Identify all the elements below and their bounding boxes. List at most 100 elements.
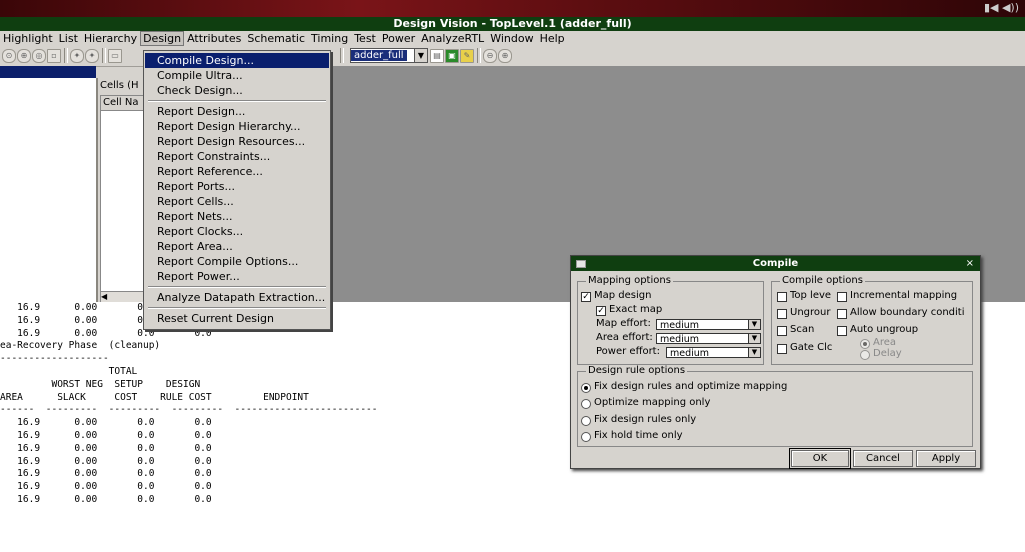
menu-help[interactable]: Help (537, 31, 568, 46)
chevron-down-icon: ▼ (748, 348, 760, 357)
window-icon (576, 260, 586, 268)
menu-analyzertl[interactable]: AnalyzeRTL (418, 31, 487, 46)
menu-separator (148, 307, 326, 309)
menu-design[interactable]: Design (140, 31, 185, 46)
apply-button[interactable]: Apply (916, 450, 976, 467)
fix-design-rules-only-label: Fix design rules only (594, 414, 697, 425)
desktop-top-strip (0, 0, 1025, 17)
area-radio[interactable] (860, 339, 870, 349)
menu-separator (148, 286, 326, 288)
zoom-fit-icon[interactable]: ◎ (32, 49, 46, 63)
menu-timing[interactable]: Timing (308, 31, 351, 46)
map-design-checkbox[interactable]: ✓ (581, 292, 591, 302)
incremental-mapping-label: Incremental mapping (850, 290, 958, 301)
allow-boundary-checkbox[interactable] (837, 309, 847, 319)
optimize-mapping-only-radio[interactable] (581, 399, 591, 409)
console-line: 16.9 0.00 0.0 0.0 (0, 481, 212, 493)
menu-separator (148, 100, 326, 102)
fix-hold-time-only-radio[interactable] (581, 432, 591, 442)
toolbar-separator (64, 48, 68, 63)
menu-window[interactable]: Window (487, 31, 536, 46)
menu-item-compile-ultra[interactable]: Compile Ultra... (145, 68, 329, 83)
delay-radio[interactable] (860, 350, 870, 360)
auto-ungroup-checkbox[interactable] (837, 326, 847, 336)
menu-item-reset-current-design[interactable]: Reset Current Design (145, 311, 329, 326)
window-icon[interactable]: ▫ (47, 49, 61, 63)
incremental-mapping-checkbox[interactable] (837, 292, 847, 302)
schematic-icon[interactable]: ▭ (108, 49, 122, 63)
top-level-checkbox[interactable] (777, 292, 787, 302)
mapping-options-group: Mapping options ✓ Map design ✓ Exact map… (577, 275, 764, 365)
menu-attributes[interactable]: Attributes (184, 31, 244, 46)
cell-name-column-header[interactable]: Cell Na (100, 95, 144, 111)
menu-hierarchy[interactable]: Hierarchy (81, 31, 140, 46)
zoom-in-icon[interactable]: ⊕ (17, 49, 31, 63)
chevron-down-icon: ▼ (748, 334, 760, 343)
gate-clock-label: Gate Clc (790, 342, 833, 353)
menu-item-report-ports[interactable]: Report Ports... (145, 179, 329, 194)
power-effort-select[interactable]: medium ▼ (666, 347, 761, 359)
menu-highlight[interactable]: Highlight (0, 31, 56, 46)
menu-item-report-area[interactable]: Report Area... (145, 239, 329, 254)
gate-clock-checkbox[interactable] (777, 344, 787, 354)
area-effort-select[interactable]: medium ▼ (656, 333, 761, 345)
chart-icon[interactable]: ✎ (460, 49, 474, 63)
toolbar-separator (340, 48, 344, 63)
fix-rules-optimize-radio[interactable] (581, 383, 591, 393)
fix-design-rules-only-radio[interactable] (581, 416, 591, 426)
scan-checkbox[interactable] (777, 326, 787, 336)
chevron-down-icon: ▼ (748, 320, 760, 329)
mapping-options-label: Mapping options (586, 275, 673, 287)
close-icon[interactable]: × (966, 256, 974, 271)
cells-list[interactable] (100, 110, 144, 292)
menu-item-report-constraints[interactable]: Report Constraints... (145, 149, 329, 164)
map-effort-select[interactable]: medium ▼ (656, 319, 761, 331)
menu-item-check-design[interactable]: Check Design... (145, 83, 329, 98)
fix-hold-time-only-label: Fix hold time only (594, 430, 683, 441)
ok-button[interactable]: OK (789, 448, 851, 469)
cells-label: Cells (H (100, 80, 139, 91)
hierarchy-tree-panel[interactable] (0, 78, 98, 302)
menu-item-report-design[interactable]: Report Design... (145, 104, 329, 119)
symbol-icon[interactable]: ▣ (445, 49, 459, 63)
menu-item-report-compile-options[interactable]: Report Compile Options... (145, 254, 329, 269)
menu-list[interactable]: List (56, 31, 81, 46)
design-select-value: adder_full (351, 50, 407, 61)
compile-dialog: Compile × Mapping options ✓ Map design ✓… (570, 255, 981, 469)
allow-boundary-label: Allow boundary conditi (850, 307, 965, 318)
menu-test[interactable]: Test (351, 31, 379, 46)
power-effort-value: medium (670, 348, 710, 359)
menu-schematic[interactable]: Schematic (244, 31, 308, 46)
optimize-mapping-only-label: Optimize mapping only (594, 397, 711, 408)
zoom-icon[interactable]: ⊙ (2, 49, 16, 63)
menu-item-report-cells[interactable]: Report Cells... (145, 194, 329, 209)
design-select[interactable]: adder_full ▼ (350, 48, 428, 63)
exact-map-label: Exact map (609, 304, 663, 315)
menu-item-report-design-hierarchy[interactable]: Report Design Hierarchy... (145, 119, 329, 134)
menu-item-report-design-resources[interactable]: Report Design Resources... (145, 134, 329, 149)
zoom-in-icon[interactable]: ⊕ (498, 49, 512, 63)
menu-item-analyze-datapath-extraction[interactable]: Analyze Datapath Extraction... (145, 290, 329, 305)
report-icon[interactable]: ▤ (430, 49, 444, 63)
menu-power[interactable]: Power (379, 31, 418, 46)
menu-item-report-reference[interactable]: Report Reference... (145, 164, 329, 179)
menubar: Highlight List Hierarchy Design Attributes Sc… (0, 31, 1025, 46)
system-tray-icons: ▮◀ ◀)) (983, 1, 1019, 14)
chevron-down-icon: ▼ (414, 49, 427, 62)
exact-map-checkbox[interactable]: ✓ (596, 306, 606, 316)
menu-item-compile-design[interactable]: Compile Design... (145, 53, 329, 68)
zoom-out-icon[interactable]: ⊖ (483, 49, 497, 63)
menu-item-report-power[interactable]: Report Power... (145, 269, 329, 284)
console-line: 16.9 0.00 0.0 0.0 (0, 493, 212, 505)
back-icon[interactable]: ✦ (70, 49, 84, 63)
ungroup-label: Ungrour (790, 307, 831, 318)
compile-options-label: Compile options (780, 275, 865, 287)
map-design-label: Map design (594, 290, 652, 301)
ungroup-checkbox[interactable] (777, 309, 787, 319)
scan-label: Scan (790, 324, 815, 335)
forward-icon[interactable]: ✦ (85, 49, 99, 63)
menu-item-report-clocks[interactable]: Report Clocks... (145, 224, 329, 239)
menu-item-report-nets[interactable]: Report Nets... (145, 209, 329, 224)
auto-ungroup-label: Auto ungroup (850, 324, 919, 335)
cancel-button[interactable]: Cancel (853, 450, 913, 467)
